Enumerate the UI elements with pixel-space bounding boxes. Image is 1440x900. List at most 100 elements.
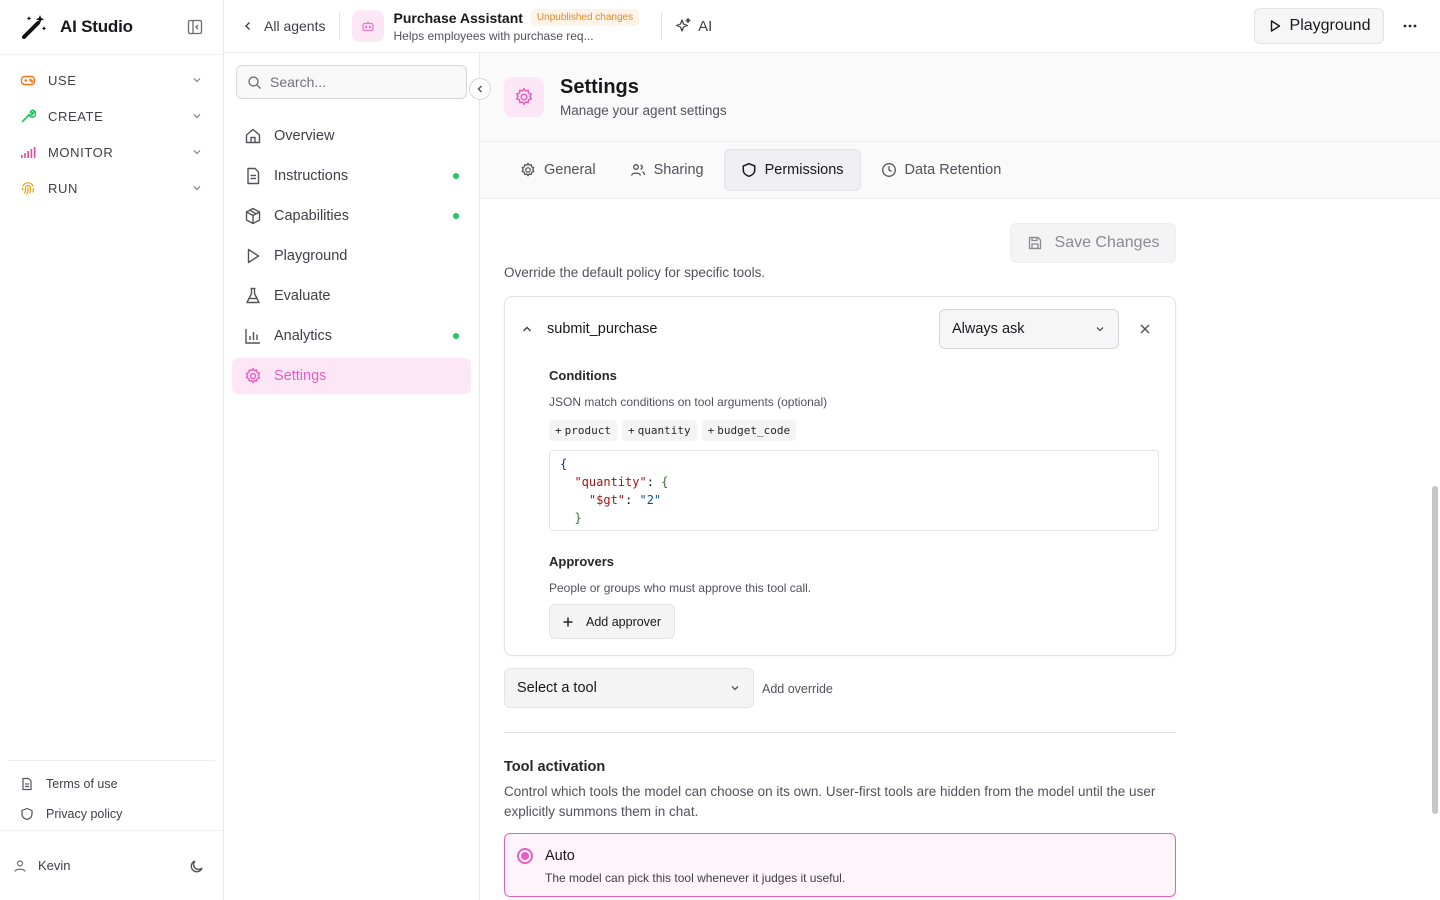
chevron-down-icon [1094, 323, 1106, 335]
wrench-icon [20, 108, 36, 124]
nav-item-label: Playground [274, 248, 348, 264]
section-divider [504, 732, 1176, 733]
policy-value: Always ask [952, 321, 1025, 337]
nav-item-capabilities[interactable]: Capabilities [232, 198, 471, 234]
play-icon [244, 247, 262, 265]
more-options-icon[interactable] [1402, 18, 1418, 34]
chevron-down-icon [191, 74, 203, 86]
all-agents-link[interactable]: All agents [242, 18, 325, 34]
playground-button[interactable]: Playground [1254, 8, 1384, 44]
conditions-json-editor[interactable]: { "quantity": { "$gt": "2" } [549, 450, 1159, 531]
home-icon [244, 127, 262, 145]
flask-icon [244, 287, 262, 305]
gear-icon [520, 162, 536, 178]
nav-item-instructions[interactable]: Instructions [232, 158, 471, 194]
code-nested-value: "2" [639, 493, 662, 507]
nav-group-monitor[interactable]: MONITOR [0, 134, 223, 170]
agent-name: Purchase Assistant [393, 9, 523, 26]
chip-quantity[interactable]: + quantity [621, 420, 697, 441]
privacy-link[interactable]: Privacy policy [8, 799, 215, 829]
chevron-left-icon [475, 84, 485, 94]
tool-select[interactable]: Select a tool [504, 668, 754, 708]
nav-item-evaluate[interactable]: Evaluate [232, 278, 471, 314]
brand: AI Studio [0, 0, 223, 55]
nav-item-overview[interactable]: Overview [232, 118, 471, 154]
page-icon [504, 77, 544, 117]
app-name: AI Studio [60, 17, 133, 36]
add-override-button[interactable]: Add override [762, 682, 833, 696]
nav-group-run[interactable]: RUN [0, 170, 223, 206]
tool-override-card: submit_purchase Always ask Conditions JS… [504, 296, 1176, 656]
page-title: Settings [560, 76, 639, 98]
tab-label: Sharing [653, 162, 704, 178]
save-changes-button[interactable]: Save Changes [1010, 223, 1176, 263]
play-icon [1268, 19, 1282, 33]
ai-button[interactable]: AI [661, 12, 712, 40]
nav-item-settings[interactable]: Settings [232, 358, 471, 394]
close-icon[interactable] [1138, 322, 1152, 336]
moon-icon[interactable] [189, 858, 205, 874]
option-title: Auto [545, 848, 575, 864]
gear-icon [244, 367, 262, 385]
tab-sharing[interactable]: Sharing [616, 149, 718, 191]
user-menu[interactable]: Kevin [0, 830, 223, 900]
main-sidebar: AI Studio USE CREATE MONITOR RUN Terms o… [0, 0, 224, 900]
clock-icon [881, 162, 897, 178]
chip-label: quantity [637, 424, 691, 437]
chip-product[interactable]: + product [549, 420, 617, 441]
option-description: The model can pick this tool whenever it… [545, 871, 846, 885]
approvers-description: People or groups who must approve this t… [549, 581, 812, 595]
add-approver-button[interactable]: Add approver [549, 604, 675, 639]
robot-icon [361, 19, 375, 33]
nav-item-analytics[interactable]: Analytics [232, 318, 471, 354]
tab-label: Data Retention [904, 162, 1002, 178]
sidebar-footer: Terms of use Privacy policy [8, 760, 215, 829]
chevron-down-icon [191, 110, 203, 122]
user-avatar-icon [12, 858, 28, 874]
chip-label: budget_code [717, 424, 791, 437]
nav-group-label: RUN [48, 180, 78, 196]
terms-link[interactable]: Terms of use [8, 769, 215, 799]
bar-chart-icon [244, 327, 262, 345]
page-header: Settings Manage your agent settings [480, 53, 1440, 142]
chevron-down-icon [191, 146, 203, 158]
nav-group-use[interactable]: USE [0, 62, 223, 98]
policy-select[interactable]: Always ask [939, 309, 1119, 349]
tab-label: General [544, 162, 596, 178]
sidebar-collapse-icon[interactable] [187, 19, 203, 35]
chevron-down-icon [729, 682, 741, 694]
nav-item-label: Overview [274, 128, 335, 144]
tool-select-value: Select a tool [517, 680, 597, 696]
gamepad-icon [20, 72, 36, 88]
chip-label: product [564, 424, 611, 437]
tab-general[interactable]: General [506, 149, 610, 191]
chevron-up-icon[interactable] [521, 323, 533, 335]
search-input[interactable] [270, 74, 450, 90]
nav-item-playground[interactable]: Playground [232, 238, 471, 274]
fingerprint-icon [20, 180, 36, 196]
conditions-title: Conditions [549, 368, 617, 383]
tab-data-retention[interactable]: Data Retention [867, 149, 1016, 191]
nav-item-label: Settings [274, 368, 327, 384]
nav-item-label: Capabilities [274, 208, 349, 224]
scrollbar[interactable] [1432, 486, 1438, 814]
document-icon [20, 777, 34, 791]
page-subtitle: Manage your agent settings [560, 103, 727, 118]
radio-selected[interactable] [517, 848, 533, 864]
collapse-nav-button[interactable] [469, 78, 491, 100]
cube-icon [244, 207, 262, 225]
users-icon [630, 162, 646, 178]
tab-permissions[interactable]: Permissions [723, 149, 861, 191]
tool-name: submit_purchase [547, 321, 658, 337]
shield-icon [20, 807, 34, 821]
chip-budget-code[interactable]: + budget_code [701, 420, 797, 441]
agent-info: Purchase Assistant Unpublished changes H… [393, 9, 640, 43]
plus-icon [562, 616, 574, 628]
nav-item-label: Evaluate [274, 288, 331, 304]
activation-option-auto[interactable]: Auto The model can pick this tool whenev… [504, 833, 1176, 897]
nav-group-create[interactable]: CREATE [0, 98, 223, 134]
search-box[interactable] [236, 65, 467, 99]
agent-description: Helps employees with purchase req... [393, 29, 594, 43]
code-close-brace: } [574, 511, 582, 525]
chevron-down-icon [191, 182, 203, 194]
